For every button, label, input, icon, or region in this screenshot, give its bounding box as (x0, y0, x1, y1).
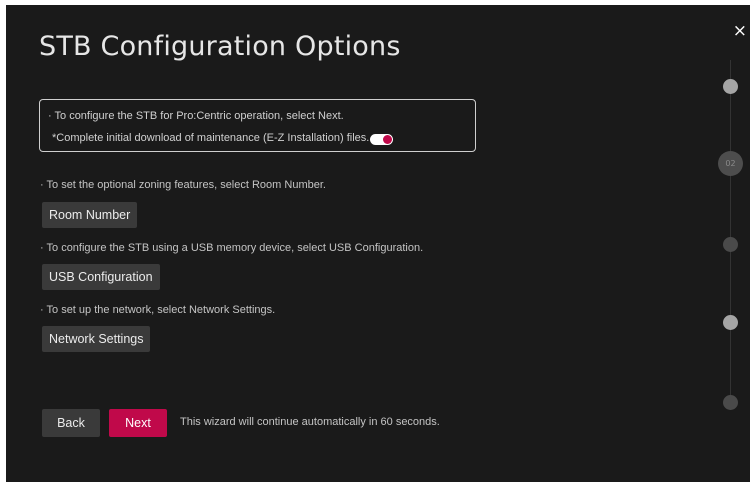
page-title: STB Configuration Options (39, 31, 401, 62)
close-icon[interactable]: × (733, 23, 747, 40)
network-settings-button[interactable]: Network Settings (42, 326, 151, 352)
room-number-hint: · To set the optional zoning features, s… (40, 179, 326, 191)
step-5-dot (723, 395, 738, 410)
back-button[interactable]: Back (42, 409, 100, 437)
ez-installation-toggle[interactable] (370, 134, 393, 145)
toggle-knob (383, 135, 392, 144)
step-3-dot (723, 237, 738, 252)
network-settings-hint: · To set up the network, select Network … (40, 304, 276, 316)
step-1-dot (723, 79, 738, 94)
ez-installation-label: *Complete initial download of maintenanc… (52, 132, 370, 144)
auto-continue-text: This wizard will continue automatically … (180, 416, 440, 428)
room-number-button[interactable]: Room Number (42, 202, 138, 228)
wizard-screen: STB Configuration Options × · To configu… (6, 5, 750, 482)
step-current-indicator: 02 (718, 151, 743, 176)
next-button[interactable]: Next (109, 409, 167, 437)
usb-configuration-hint: · To configure the STB using a USB memor… (40, 242, 424, 254)
pro-centric-info-box: · To configure the STB for Pro:Centric o… (39, 99, 476, 152)
pro-centric-hint: · To configure the STB for Pro:Centric o… (48, 110, 344, 122)
step-4-dot (723, 315, 738, 330)
stepper-track (730, 60, 731, 410)
usb-configuration-button[interactable]: USB Configuration (42, 264, 160, 290)
